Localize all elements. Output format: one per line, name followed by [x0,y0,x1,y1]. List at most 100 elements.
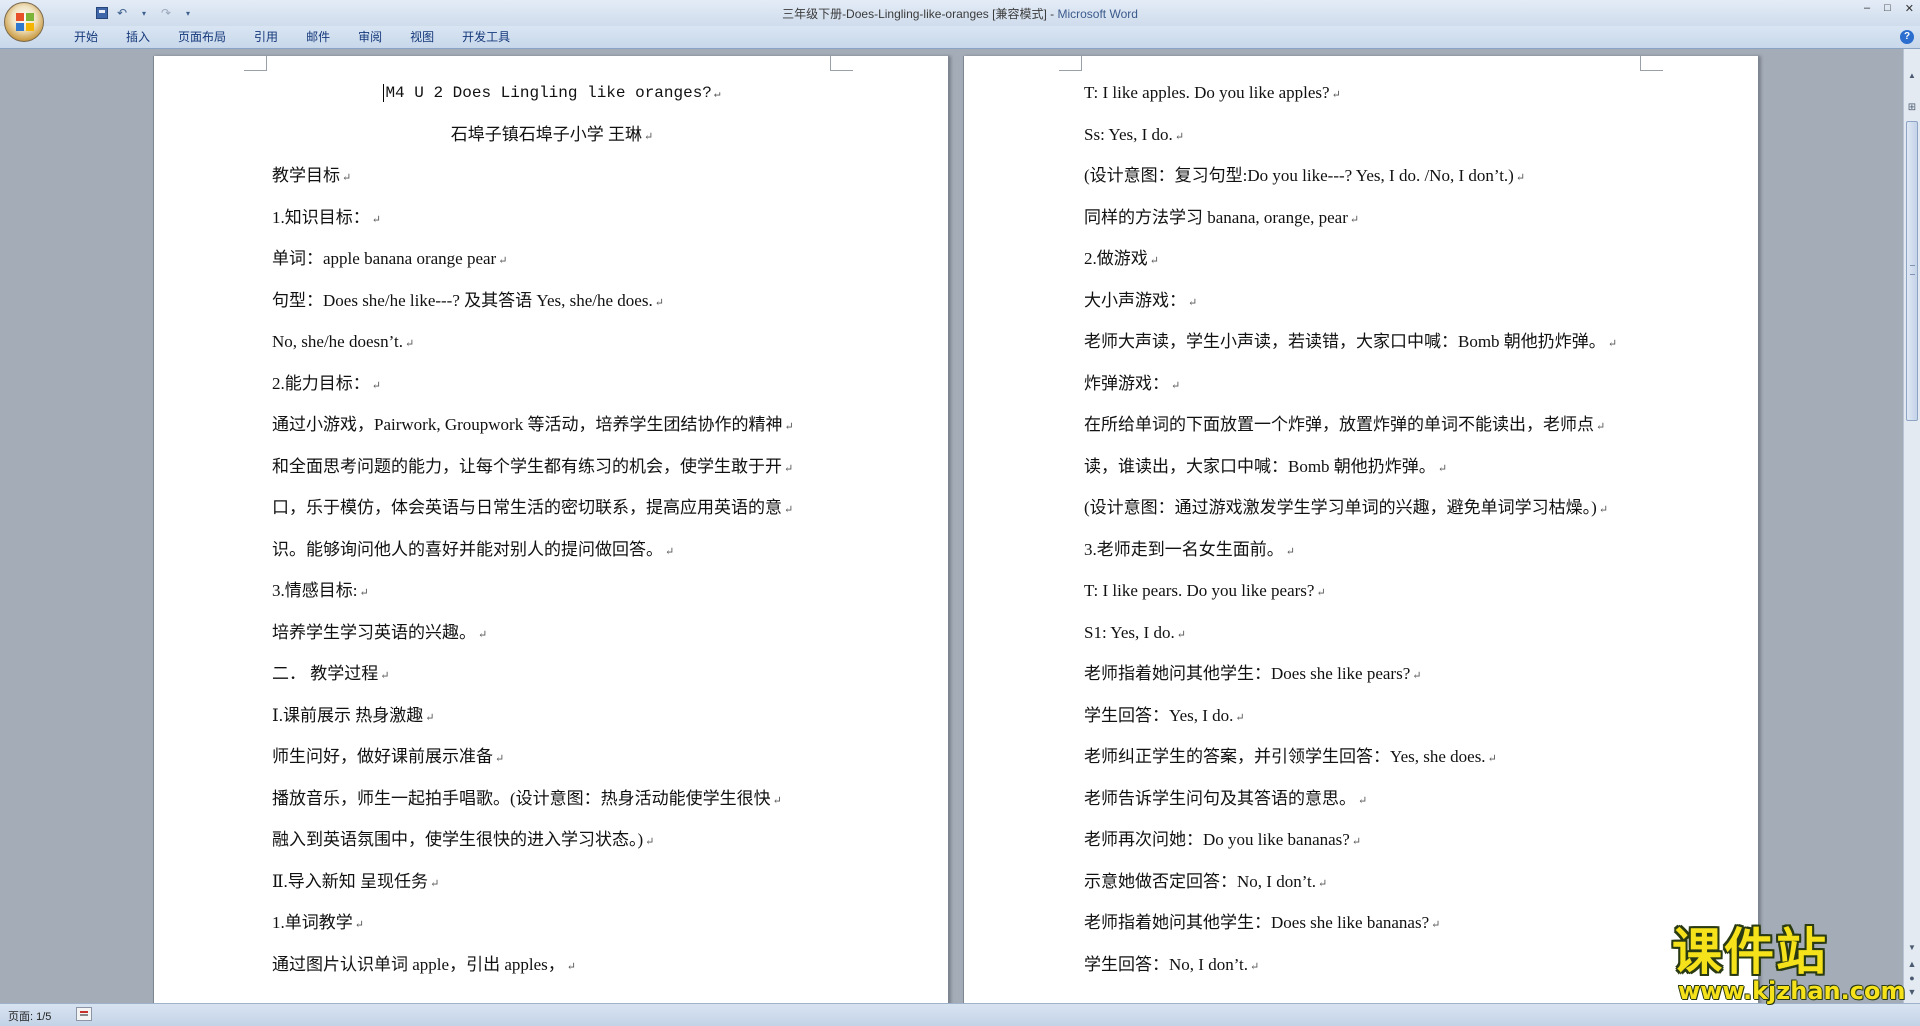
text-line: S1: Yes, I do. ↵ [1084,621,1186,645]
text-line: 培养学生学习英语的兴趣。 ↵ [272,621,487,645]
line-text: 示意她做否定回答：No, I don’t. [1084,871,1317,891]
paragraph-mark: ↵ [1607,338,1618,350]
line-text: T: I like apples. Do you like apples? [1084,83,1330,102]
paragraph-mark: ↵ [1358,794,1368,807]
text-line: 老师再次问她：Do you like bananas? ↵ [1084,828,1361,852]
browse-object-icon[interactable]: ● [1905,971,1919,985]
paragraph-mark: ↵ [1285,545,1295,558]
text-line: 和全面思考问题的能力，让每个学生都有练习的机会，使学生敢于开 ↵ [272,455,793,479]
previous-page-icon[interactable]: ▲ [1905,957,1919,971]
line-text: 句型：Does she/he like---? 及其答语 Yes, she/he… [272,290,653,310]
paragraph-mark: ↵ [1171,379,1181,392]
tab-mailings[interactable]: 邮件 [292,29,344,45]
text-line: 通过小游戏，Pairwork, Groupwork 等活动，培养学生团结协作的精… [272,413,794,437]
line-text: 师生问好，做好课前展示准备 [272,747,493,766]
scrollbar-thumb[interactable] [1906,121,1918,421]
line-text: 大小声游戏： [1084,290,1186,310]
help-icon[interactable]: ? [1900,30,1914,44]
line-text: T: I like pears. Do you like pears? [1084,581,1315,600]
tab-references[interactable]: 引用 [240,29,292,45]
text-line: 2.做游戏 ↵ [1084,247,1159,271]
paragraph-mark: ↵ [1250,960,1260,973]
paragraph-mark: ↵ [1487,753,1497,765]
text-line: 识。能够询问他人的喜好并能对别人的提问做回答。 ↵ [272,538,674,562]
page-count-status[interactable]: 页面: 1/5 [8,1008,51,1024]
tab-developer[interactable]: 开发工具 [448,29,524,45]
paragraph-mark: ↵ [478,628,488,641]
document-page-2[interactable]: T: I like apples. Do you like apples? ↵ Ss… [963,56,1759,1003]
paragraph-mark: ↵ [772,794,782,807]
line-text: (设计意图：复习句型:Do you like---? Yes, I do. /N… [1084,166,1514,185]
tab-page-layout[interactable]: 页面布局 [164,29,240,45]
line-text: Ss: Yes, I do. [1084,124,1173,144]
line-text: M4 U 2 Does Lingling like oranges? [385,84,712,102]
line-text: 2.能力目标： [272,373,370,393]
paragraph-mark: ↵ [784,504,794,516]
line-text: 老师告诉学生问句及其答语的意思。 [1084,788,1356,808]
paragraph-mark: ↵ [1174,130,1185,143]
paragraph-mark: ↵ [1598,504,1609,516]
tab-insert[interactable]: 插入 [112,29,164,45]
line-text: 老师再次问她：Do you like bananas? [1084,830,1350,849]
page-margin-marker [1059,56,1082,71]
next-page-icon[interactable]: ▼ [1905,985,1919,999]
minimize-button[interactable]: – [1864,2,1870,15]
tab-view[interactable]: 视图 [396,29,448,45]
text-line: 老师指着她问其他学生：Does she like pears? ↵ [1084,662,1421,686]
paragraph-mark: ↵ [665,545,675,558]
line-text: 融入到英语氛围中，使学生很快的进入学习状态。) [272,830,644,849]
office-button[interactable] [4,2,44,42]
ruler-toggle-icon[interactable]: ⊞ [1905,101,1919,115]
line-text: 单词：apple banana orange pear [272,249,497,268]
proofing-status-icon[interactable] [76,1007,92,1021]
line-text: 1.知识目标： [272,207,370,227]
paragraph-mark: ↵ [498,255,508,267]
tab-home[interactable]: 开始 [60,29,112,45]
line-text: 石埠子镇石埠子小学 王琳 [450,124,643,144]
text-line: 融入到英语氛围中，使学生很快的进入学习状态。) ↵ [272,828,654,852]
text-line: 1.知识目标： ↵ [272,206,381,230]
text-line: 单词：apple banana orange pear ↵ [272,247,507,271]
site-watermark: 课件站 www.kjzhan.com [1672,925,1906,1005]
text-line: 老师指着她问其他学生：Does she like bananas? ↵ [1084,911,1440,935]
close-button[interactable]: ✕ [1905,2,1914,15]
status-bar: 页面: 1/5 [0,1003,1920,1026]
document-workspace[interactable]: M4 U 2 Does Lingling like oranges? ↵ 石埠子镇石… [0,49,1904,1003]
paragraph-mark: ↵ [425,711,435,724]
line-text: 识。能够询问他人的喜好并能对别人的提问做回答。 [272,539,663,559]
text-line: Ss: Yes, I do. ↵ [1084,123,1184,147]
office-logo-icon [16,13,34,31]
paragraph-mark: ↵ [1176,628,1186,641]
text-line: 同样的方法学习 banana, orange, pear ↵ [1084,206,1359,230]
text-line: Ⅱ.导入新知 呈现任务 ↵ [272,870,439,894]
line-text: 1.单词教学 [272,913,353,932]
vertical-scrollbar[interactable]: ⊞ ▲ ▼ ▲ ● ▼ [1903,49,1920,1003]
text-line: Ⅰ.课前展示 热身激趣 ↵ [272,704,434,728]
text-line: M4 U 2 Does Lingling like oranges? ↵ [272,81,832,105]
text-line: 大小声游戏： ↵ [1084,289,1197,313]
document-title: 三年级下册-Does-Lingling-like-oranges [兼容模式] … [782,7,1058,21]
text-line: 炸弹游戏： ↵ [1084,372,1180,396]
line-text: 通过图片认识单词 apple，引出 apples， [272,954,565,974]
paragraph-mark: ↵ [1515,172,1526,184]
tab-review[interactable]: 审阅 [344,29,396,45]
window-title: 三年级下册-Does-Lingling-like-oranges [兼容模式] … [0,5,1920,22]
text-line: 3.情感目标: ↵ [272,579,369,603]
paragraph-mark: ↵ [1188,296,1198,309]
text-line: 石埠子镇石埠子小学 王琳 ↵ [272,123,832,147]
text-line: 老师告诉学生问句及其答语的意思。 ↵ [1084,787,1367,811]
line-text: 同样的方法学习 banana, orange, pear [1084,207,1348,227]
paragraph-mark: ↵ [566,960,576,973]
paragraph-mark: ↵ [645,836,655,848]
document-page-1[interactable]: M4 U 2 Does Lingling like oranges? ↵ 石埠子镇石… [153,56,949,1003]
line-text: 二． 教学过程 [272,664,379,683]
scroll-up-arrow-icon[interactable]: ▲ [1905,69,1919,83]
line-text: 老师纠正学生的答案，并引领学生回答：Yes, she does. [1084,747,1486,766]
text-line: 在所给单词的下面放置一个炸弹，放置炸弹的单词不能读出，老师点 ↵ [1084,413,1605,437]
text-line: 播放音乐，师生一起拍手唱歌。(设计意图：热身活动能使学生很快 ↵ [272,787,782,811]
scroll-down-arrow-icon[interactable]: ▼ [1905,941,1919,955]
paragraph-mark: ↵ [1318,877,1328,890]
watermark-url: www.kjzhan.com [1678,977,1906,1005]
page-margin-marker [830,56,853,71]
maximize-button[interactable]: □ [1884,2,1891,15]
